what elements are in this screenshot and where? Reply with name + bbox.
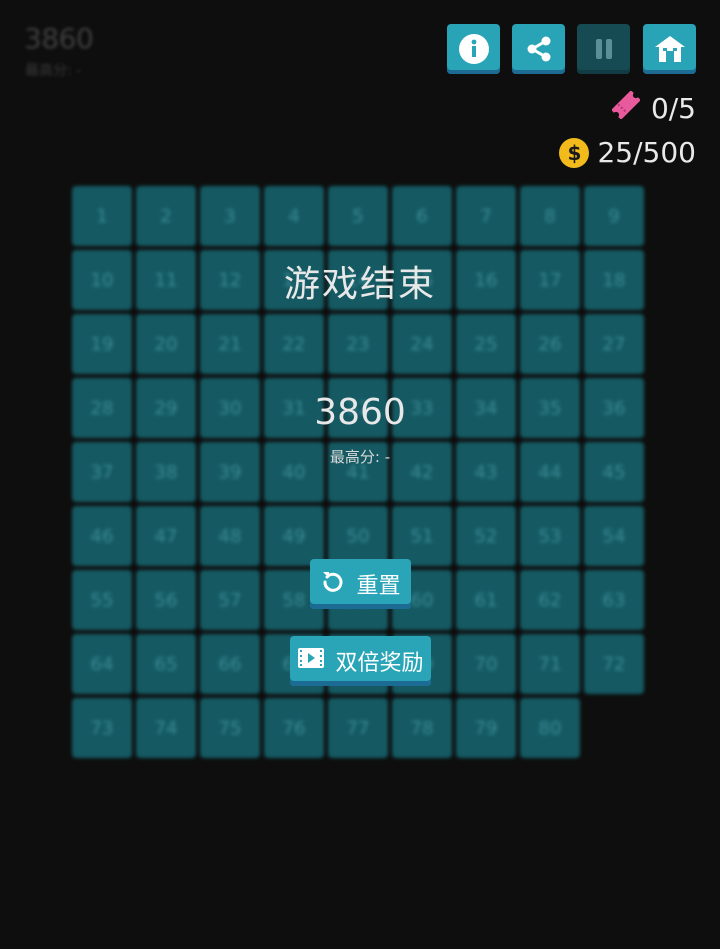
board-cell[interactable]: 65 (136, 634, 196, 694)
game-over-title: 游戏结束 (283, 264, 436, 305)
board-cell[interactable]: 27 (584, 314, 644, 374)
board-cell[interactable]: 1 (72, 186, 132, 246)
board-cell[interactable]: 52 (456, 506, 516, 566)
board-cell[interactable]: 57 (200, 570, 260, 630)
coin-count: 25/500 (597, 136, 696, 169)
board-cell[interactable]: 50 (328, 506, 388, 566)
board-cell[interactable]: 62 (520, 570, 580, 630)
ticket-count: 0/5 (650, 92, 696, 125)
ticket-counter: 0/5 (609, 88, 696, 129)
board-cell[interactable]: 78 (392, 698, 452, 758)
reset-label: 重置 (356, 574, 401, 599)
board-cell[interactable]: 77 (328, 698, 388, 758)
board-cell[interactable]: 74 (136, 698, 196, 758)
board-cell[interactable]: 8 (520, 186, 580, 246)
board-cell[interactable]: 24 (392, 314, 452, 374)
board-cell[interactable]: 72 (584, 634, 644, 694)
final-best-score: 最高分: - (329, 448, 391, 466)
double-reward-button[interactable]: 双倍奖励 (290, 636, 431, 686)
board-cell[interactable]: 54 (584, 506, 644, 566)
board-cell[interactable]: 76 (264, 698, 324, 758)
coin-icon: $ (559, 137, 590, 168)
board-cell[interactable]: 21 (200, 314, 260, 374)
double-reward-label: 双倍奖励 (335, 651, 424, 676)
final-score: 3860 (314, 392, 406, 433)
board-cell[interactable]: 64 (72, 634, 132, 694)
coin-counter: $ 25/500 (559, 136, 696, 169)
board-cell[interactable]: 48 (200, 506, 260, 566)
board-cell[interactable]: 80 (520, 698, 580, 758)
home-icon (653, 33, 687, 65)
ticket-icon (609, 88, 643, 129)
board-cell[interactable]: 70 (456, 634, 516, 694)
board-cell[interactable]: 3 (200, 186, 260, 246)
board-cell[interactable]: 55 (72, 570, 132, 630)
pause-button[interactable] (577, 24, 630, 74)
board-cell[interactable]: 53 (520, 506, 580, 566)
info-button[interactable] (447, 24, 500, 74)
share-button[interactable] (512, 24, 565, 74)
board-cell[interactable]: 49 (264, 506, 324, 566)
share-icon (523, 33, 555, 65)
reset-button[interactable]: 重置 (310, 559, 411, 609)
board-cell[interactable]: 22 (264, 314, 324, 374)
score-display: 3860 (24, 22, 94, 55)
board-cell[interactable]: 47 (136, 506, 196, 566)
board-cell[interactable]: 20 (136, 314, 196, 374)
home-button[interactable] (643, 24, 696, 74)
board-cell[interactable]: 6 (392, 186, 452, 246)
board-cell[interactable]: 19 (72, 314, 132, 374)
board-cell[interactable]: 46 (72, 506, 132, 566)
board-cell[interactable]: 2 (136, 186, 196, 246)
board-cell[interactable]: 66 (200, 634, 260, 694)
pause-icon (588, 33, 620, 65)
board-cell[interactable]: 25 (456, 314, 516, 374)
board-cell[interactable]: 23 (328, 314, 388, 374)
video-icon (297, 646, 325, 676)
board-cell[interactable]: 71 (520, 634, 580, 694)
best-score-display: 最高分: - (25, 63, 82, 79)
board-cell[interactable]: 5 (328, 186, 388, 246)
board-cell[interactable]: 63 (584, 570, 644, 630)
info-icon (458, 33, 490, 65)
board-cell[interactable]: 79 (456, 698, 516, 758)
board-cell[interactable]: 75 (200, 698, 260, 758)
board-cell[interactable]: 61 (456, 570, 516, 630)
board-cell[interactable]: 51 (392, 506, 452, 566)
board-cell[interactable]: 4 (264, 186, 324, 246)
board-cell[interactable]: 73 (72, 698, 132, 758)
board-cell[interactable]: 26 (520, 314, 580, 374)
board-cell[interactable]: 56 (136, 570, 196, 630)
restart-icon (320, 568, 346, 600)
board-cell[interactable]: 7 (456, 186, 516, 246)
board-cell[interactable]: 9 (584, 186, 644, 246)
